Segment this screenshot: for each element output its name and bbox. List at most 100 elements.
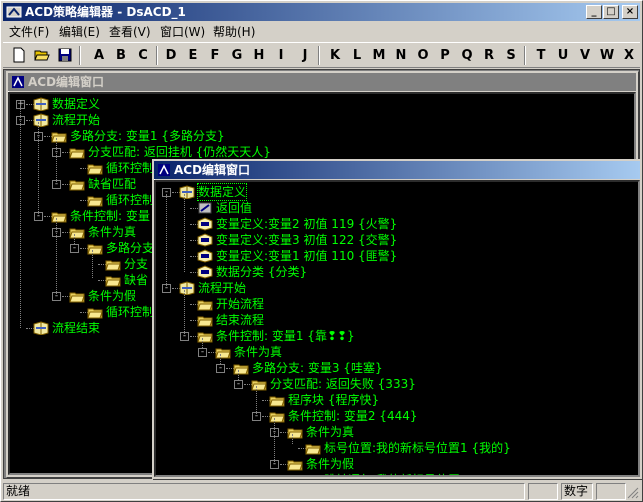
tree-node-label: 变量定义:变量1 初值 110 {匪警}: [216, 249, 398, 263]
menu-edit[interactable]: 编辑(E): [59, 24, 100, 40]
letter-button-l[interactable]: L: [347, 45, 367, 66]
tree-expander[interactable]: -: [198, 348, 207, 357]
folder-icon: [251, 377, 267, 391]
tree-guide: [274, 418, 275, 464]
folder-icon: [197, 313, 213, 327]
letter-button-s[interactable]: S: [501, 45, 521, 66]
letter-button-f[interactable]: F: [205, 45, 225, 66]
toolbar-separator: [79, 46, 81, 65]
status-mode: 数字: [561, 483, 593, 500]
menu-file[interactable]: 文件(F): [9, 24, 49, 40]
back-window-title-bar[interactable]: ACD编辑窗口: [8, 73, 636, 91]
menu-view[interactable]: 查看(V): [109, 24, 151, 40]
folder-icon: [105, 257, 121, 271]
tree-node-label: 分支匹配: 返回失败 {333}: [270, 377, 416, 391]
letter-button-u[interactable]: U: [553, 45, 573, 66]
letter-button-c[interactable]: C: [133, 45, 153, 66]
folder-icon: [233, 361, 249, 375]
menu-window[interactable]: 窗口(W): [160, 24, 205, 40]
status-pane-empty: [528, 483, 558, 500]
open-folder-icon[interactable]: [32, 45, 52, 66]
folder-icon: [269, 393, 285, 407]
folder-icon: [287, 425, 303, 439]
tree-node-label: 条件为假: [306, 457, 355, 471]
window-icon: [158, 164, 170, 176]
app-title: ACD策略编辑器 - DsACD_1: [25, 5, 186, 19]
letter-button-v[interactable]: V: [575, 45, 595, 66]
folder-icon: [197, 297, 213, 311]
tree-node-label: 流程结束: [52, 321, 101, 335]
title-bar[interactable]: ACD策略编辑器 - DsACD_1 _ □ ×: [3, 3, 640, 21]
tree-node-label: 数据定义: [52, 97, 101, 111]
letter-button-k[interactable]: K: [325, 45, 345, 66]
status-bar: 就绪 数字: [3, 481, 640, 501]
tree-node-label: 标号位置:我的新标号位置1 {我的}: [324, 441, 511, 455]
letter-button-e[interactable]: E: [183, 45, 203, 66]
tree-node-label: 缺省匹配: [88, 177, 137, 191]
letter-button-h[interactable]: H: [249, 45, 269, 66]
back-window-title: ACD编辑窗口: [28, 75, 105, 89]
letter-button-w[interactable]: W: [597, 45, 617, 66]
tree-node-label: 程序块 {程序快}: [288, 393, 380, 407]
folder-icon: [87, 193, 103, 207]
letter-button-i[interactable]: I: [271, 45, 291, 66]
folder-icon: [87, 161, 103, 175]
letter-button-j[interactable]: J: [295, 45, 315, 66]
tree-guide: [184, 290, 185, 336]
tree-guide: [56, 218, 57, 294]
letter-button-r[interactable]: R: [479, 45, 499, 66]
tree-node-label: 数据分类 {分类}: [216, 265, 308, 279]
tree-expander[interactable]: -: [70, 244, 79, 253]
letter-button-d[interactable]: D: [161, 45, 181, 66]
tree-node-label: 分支匹配: 返回挂机 {仍然天天人}: [88, 145, 271, 159]
book-icon: [33, 321, 49, 336]
letter-button-x[interactable]: X: [619, 45, 639, 66]
letter-button-g[interactable]: G: [227, 45, 247, 66]
close-button[interactable]: ×: [622, 5, 638, 19]
tree-expander[interactable]: -: [234, 380, 243, 389]
tree-node-label: 流程开始: [52, 113, 101, 127]
maximize-button[interactable]: □: [603, 5, 619, 19]
letter-button-b[interactable]: B: [111, 45, 131, 66]
tree-node-label: 跳转语句:我的新标号位置1: [324, 472, 468, 475]
gear-icon: [197, 217, 213, 231]
new-file-icon[interactable]: [9, 45, 29, 66]
folder-icon: [305, 441, 321, 455]
tree-guide: [38, 122, 39, 216]
letter-button-p[interactable]: P: [435, 45, 455, 66]
minimize-button[interactable]: _: [586, 5, 602, 19]
tree-node-label: 循环控制: [106, 305, 155, 319]
letter-button-q[interactable]: Q: [457, 45, 477, 66]
tree-expander[interactable]: -: [216, 364, 225, 373]
folder-icon: [69, 225, 85, 239]
tree-guide: [220, 354, 221, 364]
letter-button-a[interactable]: A: [89, 45, 109, 66]
tree-node-label: 多路分支: 变量3 {哇塞}: [252, 361, 383, 375]
letter-button-n[interactable]: N: [391, 45, 411, 66]
front-window-title-bar[interactable]: ACD编辑窗口: [154, 161, 640, 179]
tree-node-label: 条件控制: 变量: [70, 209, 150, 223]
window-icon: [12, 76, 24, 88]
tree-guide: [92, 250, 93, 278]
letter-button-t[interactable]: T: [531, 45, 551, 66]
folder-icon: [69, 145, 85, 159]
tree-node-label: 条件控制: 变量2 {444}: [288, 409, 418, 423]
menu-help[interactable]: 帮助(H): [213, 24, 255, 40]
tree-node-label: 循环控制: [106, 161, 155, 175]
menu-bar: 文件(F) 编辑(E) 查看(V) 窗口(W) 帮助(H): [3, 22, 640, 41]
front-window-title: ACD编辑窗口: [174, 163, 251, 177]
tree-node-label: 条件为真: [234, 345, 283, 359]
tree-node-label: 数据定义: [196, 183, 248, 201]
book-icon: [33, 97, 49, 112]
front-tree-view[interactable]: - 数据定义 返回值 变量定义:变量2 初值 119 {火警} 变量定义:变量3 初值 …: [154, 180, 640, 477]
folder-icon: [269, 409, 285, 423]
front-editor-window[interactable]: ACD编辑窗口 - 数据定义 返回值 变量定义:变量2 初值 119 {火警} 变量定义…: [152, 159, 642, 479]
app-window: ACD策略编辑器 - DsACD_1 _ □ × 文件(F) 编辑(E) 查看(…: [0, 0, 643, 502]
folder-icon: [69, 177, 85, 191]
tree-node-label: 条件控制: 变量1 {靠❢❢}: [216, 329, 355, 343]
tree-node-label: 条件为真: [88, 225, 137, 239]
letter-button-o[interactable]: O: [413, 45, 433, 66]
letter-button-m[interactable]: M: [369, 45, 389, 66]
save-icon[interactable]: [55, 45, 75, 66]
size-grip-icon[interactable]: [627, 487, 639, 499]
